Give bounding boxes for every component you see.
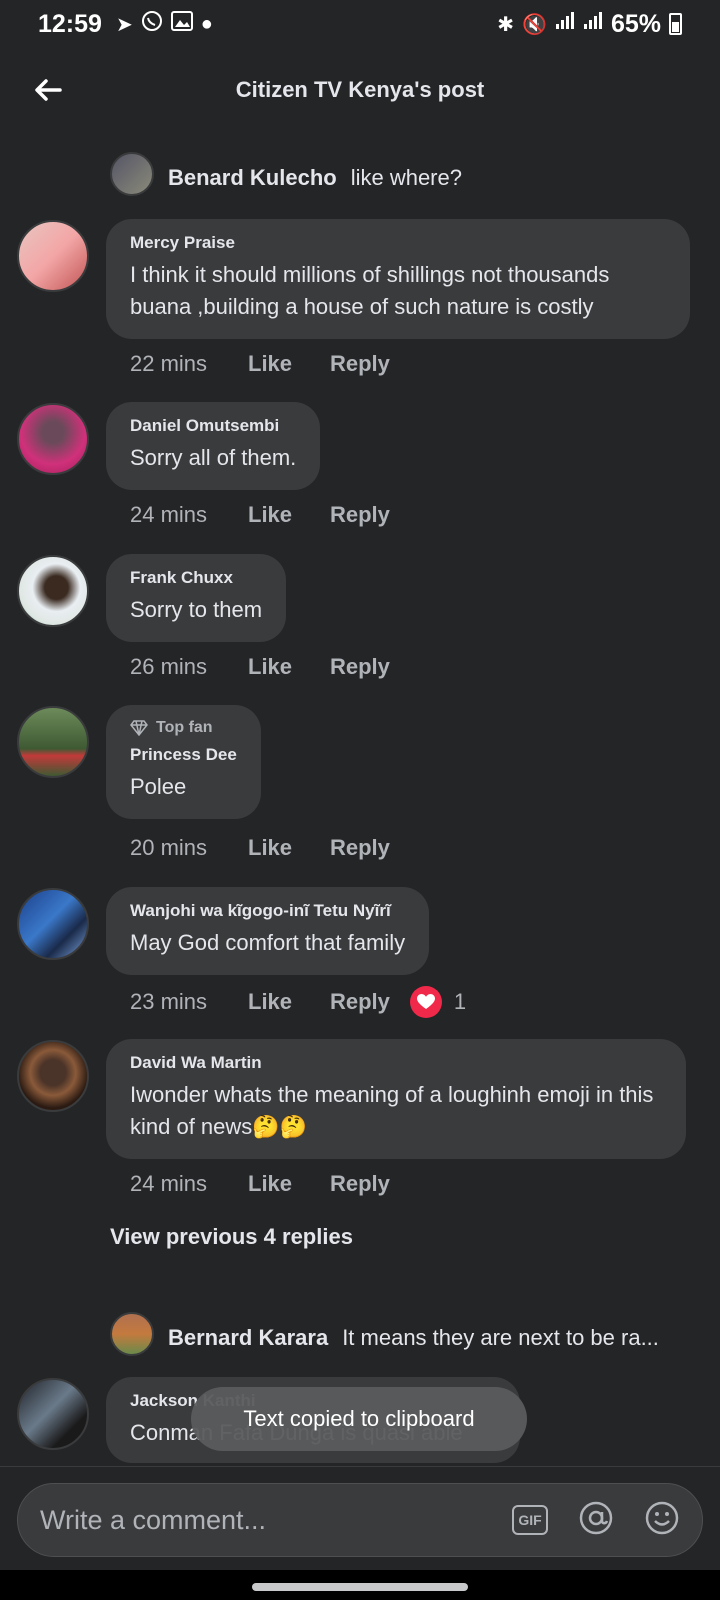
like-button[interactable]: Like [248,502,330,528]
arrow-left-icon [35,79,62,101]
comment-bubble[interactable]: Frank Chuxx Sorry to them [106,554,287,642]
reply-button[interactable]: Reply [330,835,390,861]
notification-icon: ➤ [115,13,133,36]
reply-button[interactable]: Reply [330,351,390,377]
reply-author[interactable]: Benard Kulecho [168,165,337,191]
comment-time[interactable]: 23 mins [130,989,248,1015]
battery-percent: 65% [610,9,661,38]
heart-icon [409,986,442,1018]
comment-text: Polee [130,774,187,799]
comment-author[interactable]: Princess Dee [130,745,237,765]
comment-bubble[interactable]: David Wa Martin Iwonder whats the meanin… [106,1039,686,1159]
like-button[interactable]: Like [248,835,330,861]
comment-actions: 24 mins Like Reply [130,502,390,528]
like-button[interactable]: Like [248,654,330,680]
comment-time[interactable]: 20 mins [130,835,248,861]
comment-author[interactable]: Frank Chuxx [130,568,262,588]
comment-time[interactable]: 22 mins [130,351,248,377]
emoji-icon[interactable] [644,1500,680,1541]
signal-icon-2 [583,12,603,36]
diamond-icon [130,720,148,736]
comment-text: Sorry all of them. [130,445,297,470]
bluetooth-icon: ✱ [497,13,515,36]
gif-icon[interactable]: GIF [512,1505,548,1535]
comment-composer-bar: GIF [0,1466,720,1570]
avatar[interactable] [17,706,89,778]
gallery-icon [170,11,193,37]
back-button[interactable] [26,68,70,112]
reply-author[interactable]: Bernard Karara [168,1325,328,1351]
reply-item: Bernard Karara It means they are next to… [110,1325,659,1351]
like-button[interactable]: Like [248,351,330,377]
avatar[interactable] [17,1040,89,1112]
mention-icon[interactable] [578,1500,614,1541]
comment-time[interactable]: 24 mins [130,502,248,528]
battery-icon [669,13,682,35]
comment-text: Iwonder whats the meaning of a loughinh … [130,1082,654,1139]
comment-text: I think it should millions of shillings … [130,262,610,319]
comment-author[interactable]: Mercy Praise [130,233,666,253]
comment-text: Sorry to them [130,597,263,622]
avatar[interactable] [17,888,89,960]
comment-actions: 22 mins Like Reply [130,351,390,377]
reply-text: It means they are next to be ra... [342,1325,659,1350]
comment-author[interactable]: Wanjohi wa kĩgogo-inĩ Tetu Nyĩrĩ [130,901,405,921]
whatsapp-icon [141,10,163,38]
reaction-count: 1 [453,989,467,1014]
top-fan-badge: Top fan [130,719,237,737]
comment-composer: GIF [17,1483,703,1557]
comment-text: May God comfort that family [130,930,406,955]
reply-button[interactable]: Reply [330,502,390,528]
comment-bubble[interactable]: Wanjohi wa kĩgogo-inĩ Tetu Nyĩrĩ May God… [106,887,430,975]
comment-actions: 23 mins Like Reply 1 [130,986,466,1018]
avatar[interactable] [17,555,89,627]
page-title: Citizen TV Kenya's post [235,77,485,102]
comment-bubble[interactable]: Top fan Princess Dee Polee [106,705,261,819]
comment-actions: 26 mins Like Reply [130,654,390,680]
app-header: Citizen TV Kenya's post [0,58,720,122]
avatar[interactable] [17,220,89,292]
reply-item: Benard Kulecho like where? [110,165,462,191]
comment-actions: 20 mins Like Reply [130,835,390,861]
comment-time[interactable]: 26 mins [130,654,248,680]
comment-time[interactable]: 24 mins [130,1171,248,1197]
comment-input[interactable] [40,1504,512,1536]
avatar[interactable] [17,403,89,475]
comment-bubble[interactable]: Mercy Praise I think it should millions … [106,219,690,339]
status-bar: 12:59 ➤ ● ✱ 🔇 65% [0,0,720,48]
reply-button[interactable]: Reply [330,989,390,1015]
reply-button[interactable]: Reply [330,1171,390,1197]
avatar[interactable] [17,1378,89,1450]
comment-bubble[interactable]: Daniel Omutsembi Sorry all of them. [106,402,321,490]
reaction-summary[interactable]: 1 [409,986,467,1018]
signal-icon [555,12,575,36]
like-button[interactable]: Like [248,1171,330,1197]
comment-actions: 24 mins Like Reply [130,1171,390,1197]
like-button[interactable]: Like [248,989,330,1015]
comment-author[interactable]: Daniel Omutsembi [130,416,296,436]
home-gesture-pill[interactable] [252,1583,468,1591]
clipboard-toast: Text copied to clipboard [191,1387,527,1451]
dot-icon: ● [200,12,213,35]
reply-text: like where? [350,165,462,190]
comment-author[interactable]: David Wa Martin [130,1053,662,1073]
reply-button[interactable]: Reply [330,654,390,680]
view-previous-replies[interactable]: View previous 4 replies [110,1224,353,1250]
mute-icon: 🔇 [522,13,547,36]
status-time: 12:59 [38,9,102,38]
